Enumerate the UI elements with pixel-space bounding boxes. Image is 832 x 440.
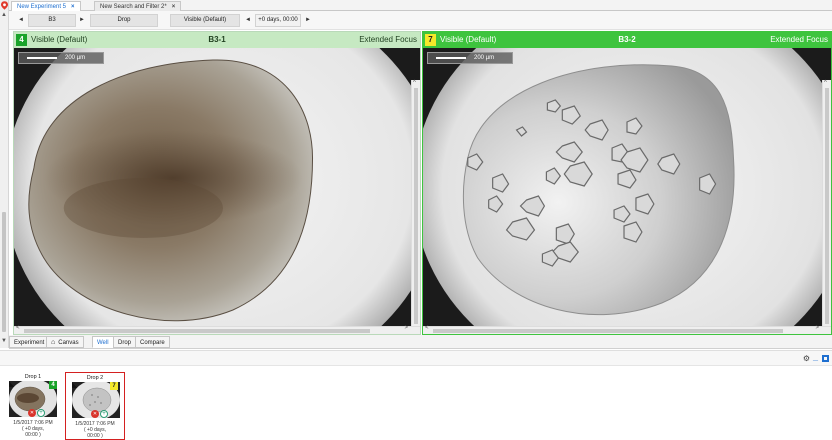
view-tabbar: Experiment ⌂ Canvas Well Drop Compare [9,335,832,349]
imaging-selector[interactable]: Visible (Default) [170,14,240,27]
next-well-button[interactable]: ► [79,14,85,27]
tab-drop[interactable]: Drop [113,336,137,348]
tab-label: New Experiment 5 [17,4,67,10]
gear-icon[interactable]: ⚙ [803,354,810,363]
drop-thumbnail-1[interactable]: Drop 1 ◣ 4 ✕ + 1/5/2017 7:06 PM ( +0 day… [3,372,63,440]
scroll-thumb[interactable] [24,329,370,333]
tab-new-search-and-filter-2[interactable]: New Search and Filter 2* × [94,1,182,11]
tab-experiment[interactable]: Experiment [9,336,50,348]
drop-clock: 00:00 ) [25,432,41,438]
scale-bar: 200 µm [427,52,513,64]
next-time-button[interactable]: ► [305,14,311,27]
minimize-icon[interactable]: _ [813,352,818,362]
scroll-up-icon[interactable]: ^ [413,80,416,86]
document-tabbar: New Experiment 5 × New Search and Filter … [9,0,832,11]
pane-header: 4 Visible (Default) B3-1 Extended Focus [14,32,420,48]
close-tab-icon[interactable]: × [172,4,176,10]
scroll-left-icon[interactable]: < [16,325,20,331]
focus-mode-label: Extended Focus [770,35,828,44]
score-badge: 4 [49,381,57,389]
scale-bar: 200 µm [18,52,104,64]
scroll-up-icon[interactable]: ▲ [1,12,7,18]
scroll-right-icon[interactable]: > [815,325,819,331]
tab-label: Well [97,340,109,346]
vertical-scrollbar[interactable]: ^ v [411,80,420,334]
maximize-icon[interactable] [822,355,829,362]
tab-new-experiment-5[interactable]: New Experiment 5 × [11,1,81,11]
crosshair-icon: + [37,409,45,417]
scroll-thumb[interactable] [433,329,783,333]
previous-time-button[interactable]: ◄ [245,14,251,27]
tab-label: Compare [140,340,165,346]
previous-well-button[interactable]: ◄ [18,14,24,27]
pane-header: 7 Visible (Default) B3-2 Extended Focus [423,32,831,48]
tab-compare[interactable]: Compare [135,336,170,348]
scale-bar-label: 200 µm [65,55,86,61]
navigation-toolbar: ◄ B3 ► Drop Visible (Default) ◄ +0 days,… [9,11,832,30]
tab-label: Drop [118,340,132,346]
close-tab-icon[interactable]: × [71,4,75,10]
focus-mode-label: Extended Focus [359,35,417,44]
well-selector[interactable]: B3 [28,14,76,27]
time-selector[interactable]: +0 days, 00:00 [255,14,301,27]
drop-selector[interactable]: Drop [90,14,158,27]
scroll-thumb[interactable] [825,88,829,324]
image-pane-b3-2[interactable]: 7 Visible (Default) B3-2 Extended Focus [422,31,832,335]
scale-bar-line [27,57,57,59]
tab-well[interactable]: Well [92,336,114,348]
left-gutter: ▲ ▼ [0,0,9,348]
tab-canvas[interactable]: ⌂ Canvas [46,336,84,348]
scale-bar-label: 200 µm [474,55,495,61]
tab-label: New Search and Filter 2* [100,4,167,10]
scroll-left-icon[interactable]: < [425,325,429,331]
drop-clock: 00:00 ) [87,433,103,439]
camera-icon: ⌂ [51,339,56,346]
left-scroll-thumb[interactable] [2,212,6,332]
drop-meta: 1/5/2017 7:06 PM ( +0 days, 00:00 ) [3,420,63,438]
drop-thumbnail-2[interactable]: Drop 2 ◣ 7 ✕ + 1/5/2017 7:06 PM ( +0 day… [65,372,125,440]
flag-icon: ◣ [9,381,15,388]
score-badge: 7 [110,382,118,390]
scroll-down-icon[interactable]: ▼ [1,338,7,344]
scroll-thumb[interactable] [414,88,418,324]
flag-icon: ◣ [72,382,78,389]
score-warning-icon: ✕ [91,410,99,418]
drop-label: Drop 2 [86,375,104,381]
drop-label: Drop 1 [24,374,42,380]
tab-label: Experiment [14,340,45,346]
vertical-scrollbar[interactable]: ^ v [822,80,831,334]
drop-image[interactable] [423,48,831,328]
tab-label: Canvas [58,340,79,346]
drop-panel-header: ⚙ _ [0,350,832,366]
scroll-up-icon[interactable]: ^ [824,80,827,86]
horizontal-scrollbar[interactable]: < > [14,325,420,334]
crosshair-icon: + [100,410,108,418]
image-pane-b3-1[interactable]: 4 Visible (Default) B3-1 Extended Focus [13,31,421,335]
location-pin-icon[interactable] [1,1,8,10]
app-window: ▲ ▼ New Experiment 5 × New Search and Fil… [0,0,832,440]
scale-bar-line [436,57,466,59]
scroll-right-icon[interactable]: > [404,325,408,331]
drop-image[interactable] [14,48,420,328]
horizontal-scrollbar[interactable]: < > [423,325,831,334]
drop-meta: 1/5/2017 7:06 PM ( +0 days, 00:00 ) [66,421,124,439]
score-warning-icon: ✕ [28,409,36,417]
